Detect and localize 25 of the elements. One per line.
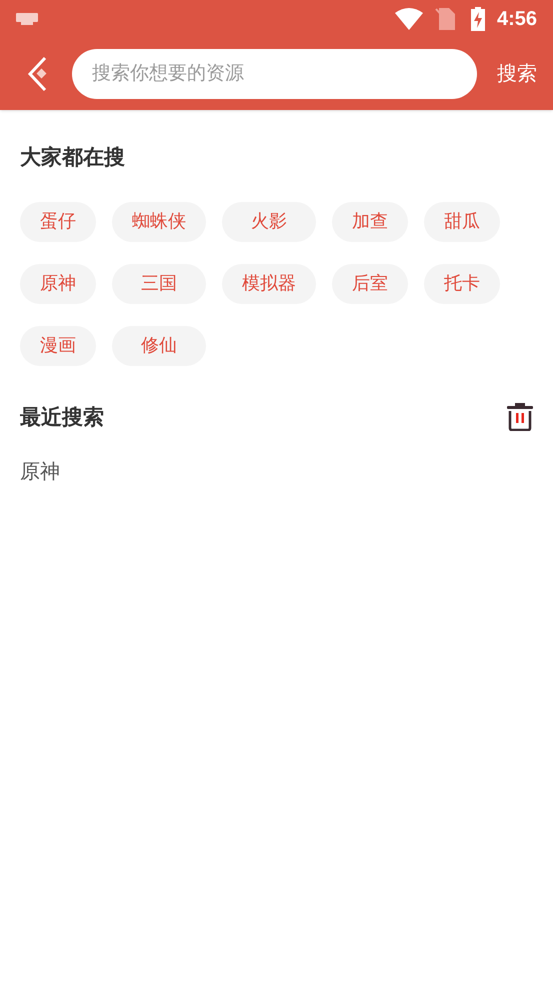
tag-chip[interactable]: 加查 bbox=[332, 202, 408, 242]
battery-charging-icon bbox=[470, 7, 485, 31]
tag-chip[interactable]: 漫画 bbox=[20, 326, 96, 366]
tag-chip[interactable]: 后室 bbox=[332, 264, 408, 304]
trash-icon bbox=[507, 403, 533, 432]
tag-chip[interactable]: 蛋仔 bbox=[20, 202, 96, 242]
tag-chip[interactable]: 甜瓜 bbox=[424, 202, 500, 242]
tag-chip[interactable]: 三国 bbox=[112, 264, 206, 304]
back-icon bbox=[27, 56, 49, 92]
keyboard-icon bbox=[16, 13, 38, 25]
search-button[interactable]: 搜索 bbox=[497, 59, 537, 89]
no-sim-icon bbox=[434, 8, 455, 30]
section-title: 大家都在搜 bbox=[20, 144, 126, 171]
tag-chip[interactable]: 模拟器 bbox=[222, 264, 316, 304]
section-title: 最近搜索 bbox=[20, 404, 104, 430]
delete-button[interactable] bbox=[507, 403, 533, 432]
tag-chip[interactable]: 火影 bbox=[222, 202, 316, 242]
wifi-icon bbox=[394, 8, 423, 30]
tag-chip[interactable]: 修仙 bbox=[112, 326, 206, 366]
status-time: 4:56 bbox=[496, 7, 537, 32]
tag-chip[interactable]: 原神 bbox=[20, 264, 96, 304]
tag-chip[interactable]: 蜘蛛侠 bbox=[112, 202, 206, 242]
recent-search-item[interactable]: 原神 bbox=[20, 457, 533, 487]
search-field[interactable]: 搜索你想要的资源 bbox=[72, 49, 477, 99]
tag-chip[interactable]: 托卡 bbox=[424, 264, 500, 304]
